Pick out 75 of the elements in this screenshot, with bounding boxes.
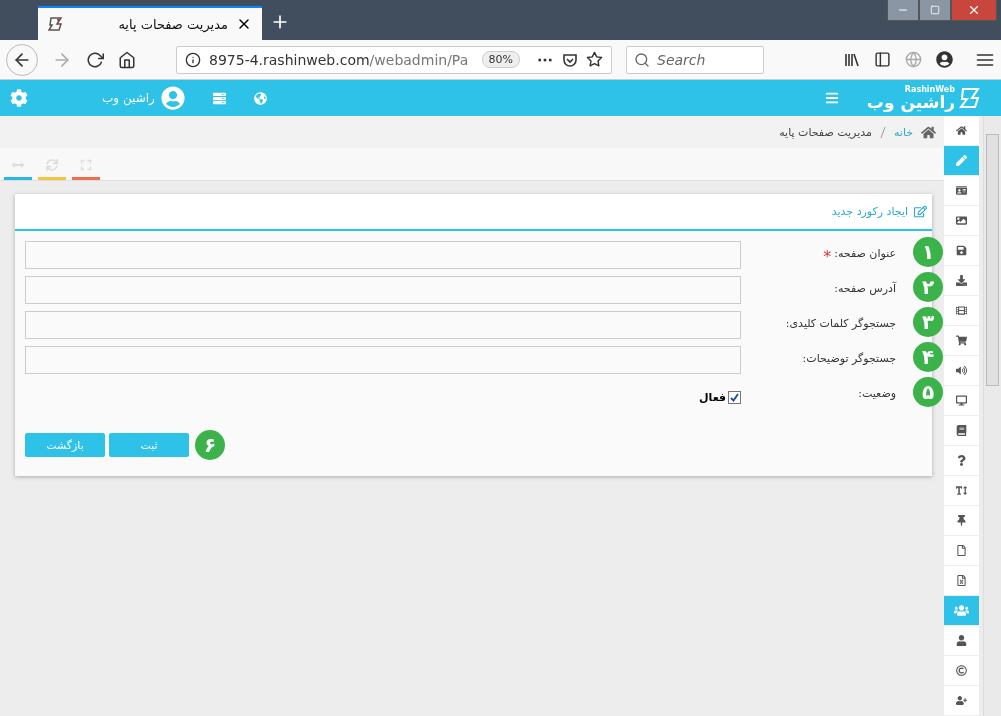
maximize-button[interactable] — [919, 0, 951, 21]
pocket-icon[interactable] — [562, 51, 578, 68]
url-text: 8975-4.rashinweb.com/webadmin/Pa — [209, 51, 470, 68]
volume-icon — [956, 365, 968, 376]
text-field[interactable] — [25, 311, 742, 339]
step-badge: ۶ — [195, 430, 225, 460]
film-icon — [956, 305, 968, 316]
checkbox-label: فعال — [698, 390, 727, 404]
info-icon[interactable] — [185, 51, 201, 68]
step-badge: ۴ — [913, 342, 944, 372]
search-field[interactable]: Search — [626, 45, 764, 74]
id-card-icon — [956, 185, 968, 196]
card-title: ایجاد رکورد جدید — [831, 205, 909, 218]
expand-icon — [12, 159, 24, 171]
save-icon — [956, 245, 968, 256]
close-icon — [967, 3, 981, 17]
refresh-icon — [46, 159, 58, 171]
field-label: وضعیت: — [858, 387, 897, 400]
field-label: عنوان صفحه: — [834, 247, 897, 260]
account-icon[interactable] — [936, 51, 953, 68]
image-icon — [956, 215, 968, 226]
monitor-icon — [956, 395, 968, 406]
step-badge: ۵ — [913, 377, 944, 407]
logo-icon — [959, 87, 981, 109]
step-badge: ۱ — [913, 237, 944, 267]
address-bar[interactable]: 8975-4.rashinweb.com/webadmin/Pa 80% — [176, 45, 612, 74]
breadcrumb-separator — [879, 126, 886, 138]
book-icon — [956, 425, 968, 436]
maximize-icon — [930, 5, 940, 15]
reload-icon[interactable] — [86, 50, 104, 69]
breadcrumb-link[interactable]: خانه — [893, 125, 914, 139]
field-label: آدرس صفحه: — [834, 282, 897, 295]
text-height-icon — [956, 485, 968, 496]
close-button[interactable] — [951, 0, 997, 21]
scrollbar-thumb[interactable] — [986, 134, 999, 386]
copyright-icon — [956, 665, 968, 676]
submit-button[interactable]: ثبت — [109, 433, 189, 457]
pencil-icon — [956, 155, 968, 166]
checkbox[interactable] — [728, 390, 742, 404]
breadcrumb-current: مدیریت صفحات پایه — [779, 125, 872, 139]
user-icon — [956, 635, 968, 646]
field-label: جستجوگر توضیحات: — [802, 352, 897, 365]
cart-icon — [956, 335, 968, 346]
text-field[interactable] — [25, 276, 742, 304]
text-field[interactable] — [25, 241, 742, 269]
tab-title: مدیریت صفحات پایه — [117, 16, 228, 32]
download-icon — [956, 275, 968, 286]
fullscreen-icon — [80, 159, 92, 171]
browser-tab[interactable]: مدیریت صفحات پایه — [38, 6, 262, 40]
pin-icon — [956, 515, 968, 526]
spreadsheet-file-icon — [956, 575, 968, 586]
edit-icon — [914, 205, 928, 218]
logo-text: راشین وب — [866, 93, 955, 111]
step-badge: ۲ — [913, 272, 944, 302]
step-badge: ۳ — [913, 307, 944, 337]
logo-latin: RashinWeb — [904, 85, 955, 94]
users-icon — [954, 603, 970, 618]
home-icon[interactable] — [921, 124, 937, 140]
home-icon — [956, 125, 968, 136]
minimize-button[interactable] — [887, 0, 919, 21]
question-icon — [956, 455, 968, 466]
text-field[interactable] — [25, 346, 742, 374]
file-icon — [956, 545, 968, 556]
site-logo-icon — [48, 16, 64, 32]
checkmark-icon — [730, 392, 740, 402]
user-name[interactable]: راشین وب — [102, 91, 155, 105]
back-button[interactable]: بازگشت — [25, 433, 105, 457]
star-icon[interactable] — [586, 51, 603, 68]
required-mark: * — [823, 247, 832, 266]
add-user-icon — [956, 695, 968, 706]
library-icon[interactable] — [844, 52, 860, 67]
zoom-level[interactable]: 80% — [481, 51, 520, 68]
field-label: جستجوگر کلمات کلیدی: — [785, 317, 897, 330]
home-icon[interactable] — [118, 50, 136, 69]
sidebar-icon[interactable] — [874, 51, 891, 68]
